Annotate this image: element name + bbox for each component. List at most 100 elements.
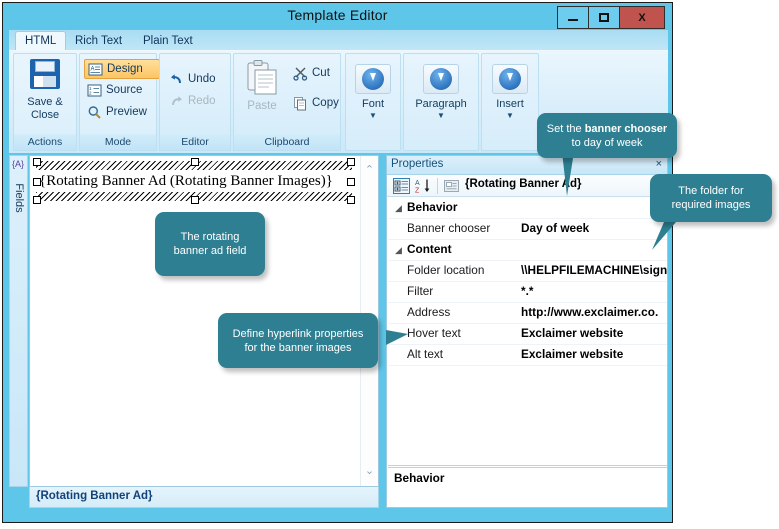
sort-alphabetical-icon[interactable]: AZ xyxy=(415,178,432,195)
field-text: {Rotating Banner Ad (Rotating Banner Ima… xyxy=(39,173,333,189)
paste-button[interactable]: Paste xyxy=(239,59,285,112)
category-label: Behavior xyxy=(407,200,458,214)
property-value[interactable]: Exclaimer website xyxy=(521,326,667,340)
group-box: Paragraph ▼ xyxy=(403,53,479,151)
design-view-icon: A xyxy=(88,62,103,77)
resize-handle[interactable] xyxy=(347,158,355,166)
window-controls: X xyxy=(557,6,665,29)
property-row-filter[interactable]: Filter *.* xyxy=(388,282,667,303)
close-button[interactable]: X xyxy=(619,6,665,29)
ribbon-group-editor: Undo Redo Editor xyxy=(159,53,231,151)
property-value[interactable]: http://www.exclaimer.co. xyxy=(521,305,667,319)
tab-rich-text[interactable]: Rich Text xyxy=(66,32,131,50)
paragraph-label: Paragraph xyxy=(415,98,467,110)
properties-close-icon[interactable]: × xyxy=(656,158,662,170)
group-box: A Design 12 Source Preview xyxy=(79,53,160,134)
property-value[interactable]: Day of week xyxy=(521,221,667,235)
expander-icon[interactable]: ◢ xyxy=(395,245,402,256)
insert-button[interactable]: Insert ▼ xyxy=(482,64,538,120)
property-row-hover-text[interactable]: Hover text Exclaimer website xyxy=(388,324,667,345)
redo-label: Redo xyxy=(188,95,216,107)
ribbon-group-clipboard: Paste Cut Copy Clipboard xyxy=(233,53,341,151)
insert-label: Insert xyxy=(496,98,524,110)
resize-handle[interactable] xyxy=(347,196,355,204)
toolbar-separator xyxy=(437,178,438,194)
minimize-button[interactable] xyxy=(557,6,589,29)
property-pages-icon[interactable] xyxy=(443,178,460,194)
property-row-alt-text[interactable]: Alt text Exclaimer website xyxy=(388,345,667,366)
rotating-banner-ad-field[interactable]: {Rotating Banner Ad (Rotating Banner Ima… xyxy=(33,158,355,204)
group-label-clipboard: Clipboard xyxy=(233,134,341,151)
tab-plain-text[interactable]: Plain Text xyxy=(134,32,202,50)
design-mode-label: Design xyxy=(107,63,143,75)
group-box: Font ▼ xyxy=(345,53,401,151)
fields-sidebar-tab[interactable]: {A} Fields xyxy=(9,155,28,487)
resize-handle[interactable] xyxy=(191,196,199,204)
group-box: Insert ▼ xyxy=(481,53,539,151)
redo-arrow-icon xyxy=(169,94,184,109)
chevron-down-icon: ▼ xyxy=(506,110,514,120)
preview-mode-button[interactable]: Preview xyxy=(84,103,158,121)
callout-text: Define hyperlink properties for the bann… xyxy=(232,327,364,354)
svg-text:A: A xyxy=(415,180,420,187)
ribbon-group-paragraph: Paragraph ▼ xyxy=(403,53,479,151)
expander-icon[interactable]: ◢ xyxy=(395,203,402,214)
resize-handle[interactable] xyxy=(33,158,41,166)
paragraph-button[interactable]: Paragraph ▼ xyxy=(404,64,478,120)
callout-text: The rotating banner ad field xyxy=(173,231,247,257)
category-label: Content xyxy=(407,242,452,256)
save-and-close-button[interactable]: Save & Close xyxy=(14,59,76,121)
callout-text: Set the banner chooser to day of week xyxy=(546,122,668,149)
copy-button[interactable]: Copy xyxy=(290,94,342,112)
minimize-icon xyxy=(568,19,578,21)
property-category-behavior[interactable]: ◢ Behavior xyxy=(388,198,667,219)
template-editor-window: Template Editor X HTML Rich Text Plain T… xyxy=(2,2,673,523)
maximize-icon xyxy=(599,13,609,22)
callout-hyperlink: Define hyperlink properties for the bann… xyxy=(218,313,378,368)
copy-pages-icon xyxy=(293,96,308,111)
property-grid[interactable]: ◢ Behavior Banner chooser Day of week ◢ … xyxy=(388,198,667,466)
source-mode-button[interactable]: 12 Source xyxy=(84,81,158,99)
property-description-pane: Behavior xyxy=(388,467,667,507)
ribbon-group-actions: Save & Close Actions xyxy=(13,53,77,151)
property-value[interactable]: \\HELPFILEMACHINE\sign xyxy=(521,263,667,277)
undo-button[interactable]: Undo xyxy=(166,70,219,88)
categorized-view-icon[interactable] xyxy=(393,178,410,194)
scroll-up-icon[interactable]: ⌃ xyxy=(361,162,378,179)
design-mode-button[interactable]: A Design xyxy=(84,59,160,79)
group-box: Save & Close xyxy=(13,53,77,134)
properties-toolbar: AZ {Rotating Banner Ad} xyxy=(387,175,667,197)
font-button[interactable]: Font ▼ xyxy=(346,64,400,120)
scissors-icon xyxy=(293,66,308,81)
undo-label: Undo xyxy=(188,73,216,85)
resize-handle[interactable] xyxy=(33,178,41,186)
property-category-content[interactable]: ◢ Content xyxy=(388,240,667,261)
group-box: Paste Cut Copy xyxy=(233,53,341,134)
group-label-actions: Actions xyxy=(13,134,77,151)
ribbon-tabstrip: HTML Rich Text Plain Text xyxy=(9,30,668,51)
description-title: Behavior xyxy=(394,471,445,485)
svg-text:A: A xyxy=(91,66,95,72)
property-row-folder-location[interactable]: Folder location \\HELPFILEMACHINE\sign xyxy=(388,261,667,282)
scroll-down-icon[interactable]: ⌄ xyxy=(361,463,378,480)
source-view-icon: 12 xyxy=(87,83,102,98)
group-label-mode: Mode xyxy=(79,134,157,151)
callout-banner-chooser: Set the banner chooser to day of week xyxy=(537,113,677,158)
magnifier-icon xyxy=(87,105,102,120)
property-value[interactable]: *.* xyxy=(521,284,667,298)
tab-html[interactable]: HTML xyxy=(15,31,67,51)
resize-handle[interactable] xyxy=(33,196,41,204)
svg-text:Z: Z xyxy=(415,188,420,195)
maximize-button[interactable] xyxy=(588,6,620,29)
resize-handle[interactable] xyxy=(191,158,199,166)
property-row-address[interactable]: Address http://www.exclaimer.co. xyxy=(388,303,667,324)
property-name: Alt text xyxy=(407,347,444,361)
preview-mode-label: Preview xyxy=(106,106,147,118)
copy-label: Copy xyxy=(312,97,339,109)
cut-button[interactable]: Cut xyxy=(290,64,333,82)
resize-handle[interactable] xyxy=(347,178,355,186)
title-bar: Template Editor X xyxy=(3,3,672,30)
group-box: Undo Redo xyxy=(159,53,231,134)
property-value[interactable]: Exclaimer website xyxy=(521,347,667,361)
property-row-banner-chooser[interactable]: Banner chooser Day of week xyxy=(388,219,667,240)
